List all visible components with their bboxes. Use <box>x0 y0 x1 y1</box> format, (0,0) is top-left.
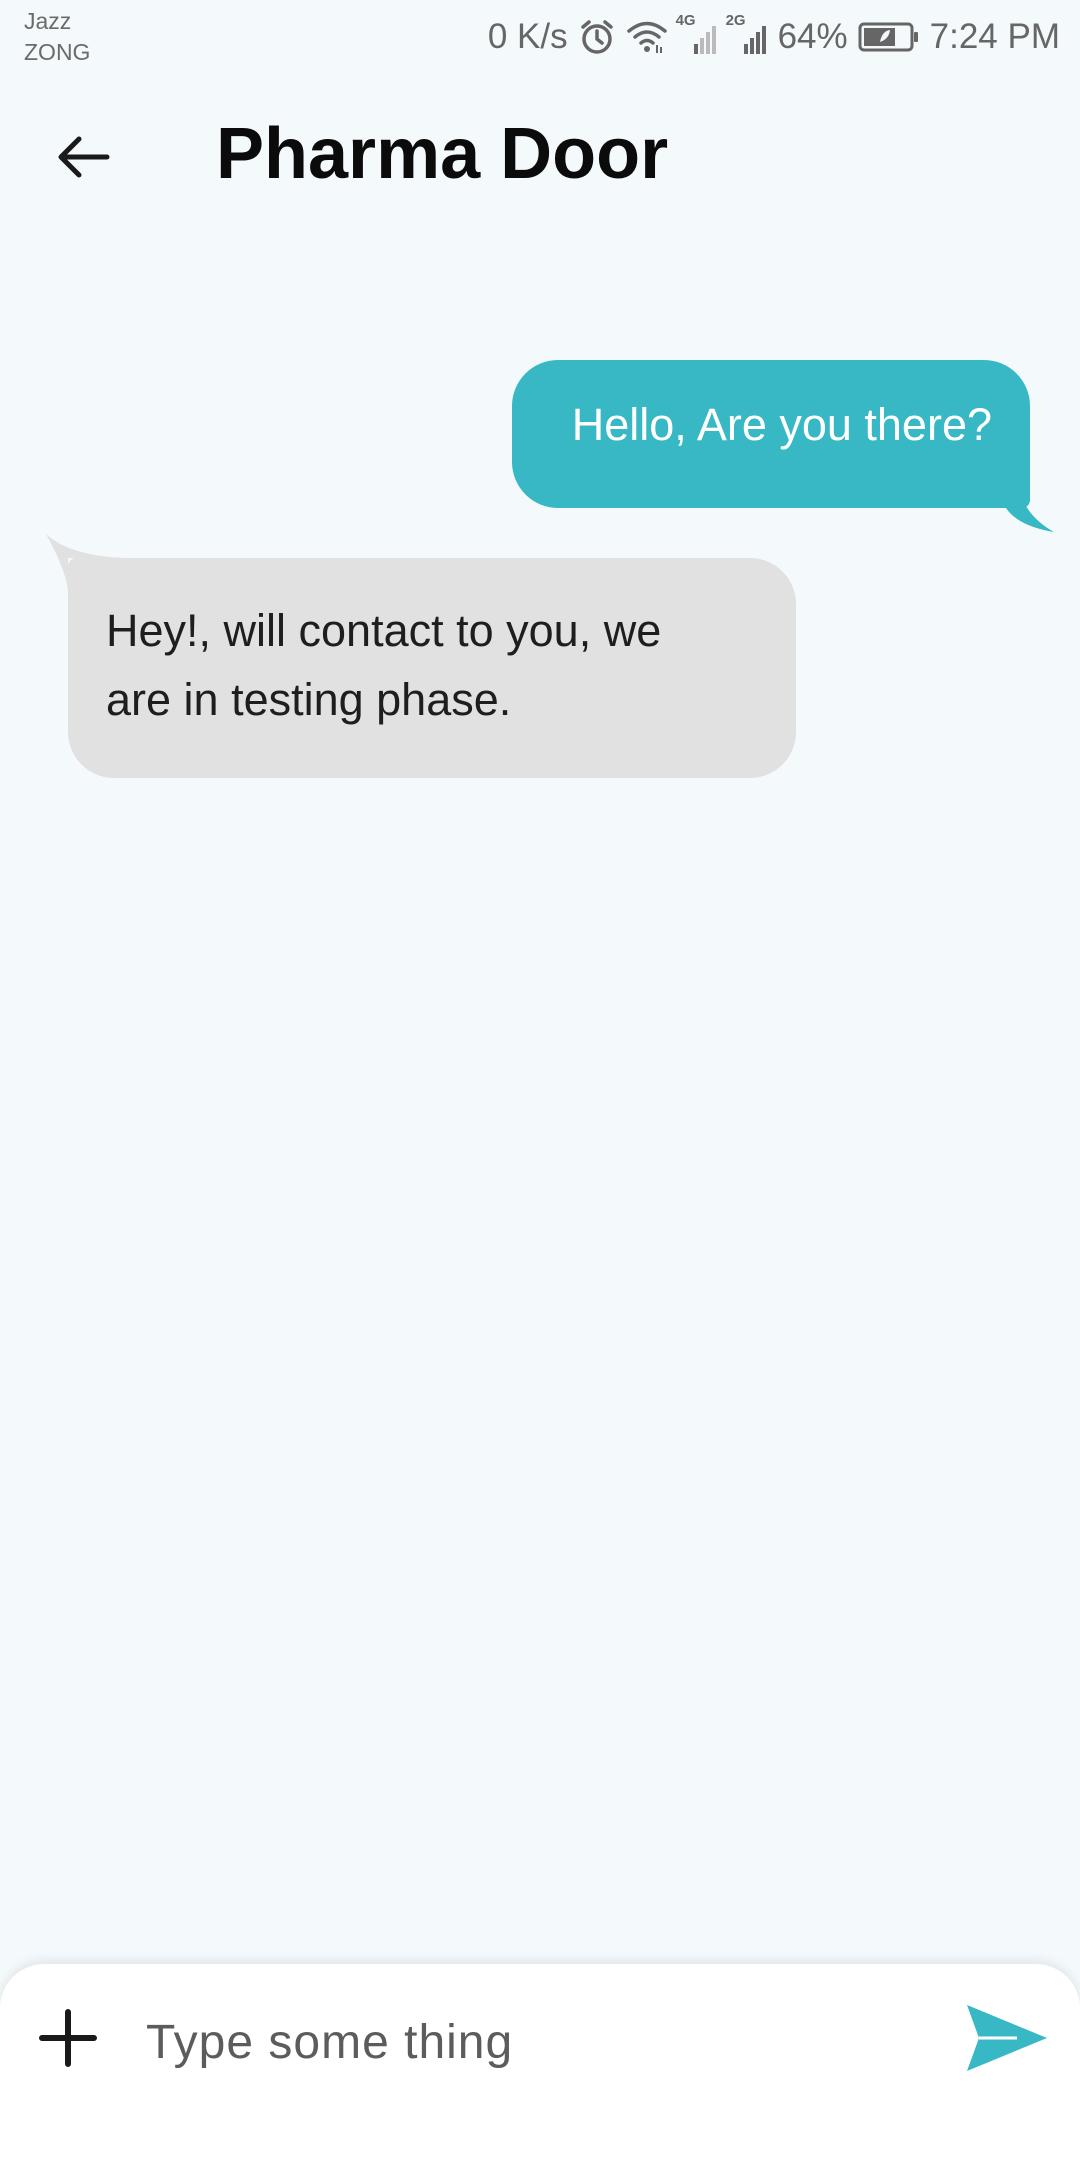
message-composer <box>0 1964 1080 2160</box>
message-sent: Hello, Are you there? <box>511 360 1054 532</box>
sent-bubble-tail <box>1006 472 1054 532</box>
sent-message-text: Hello, Are you there? <box>571 399 992 450</box>
signal-2g-icon: 2G <box>726 12 768 56</box>
send-button[interactable] <box>962 2000 1052 2080</box>
plus-icon <box>38 2008 98 2073</box>
app-bar: Pharma Door <box>0 76 1080 236</box>
alarm-icon <box>578 18 616 56</box>
signal-4g-label: 4G <box>675 12 696 29</box>
carrier-1: Jazz <box>24 8 72 34</box>
message-list[interactable]: Hello, Are you there? Hey!, will contact… <box>0 236 1080 1956</box>
battery-percent: 64% <box>777 17 848 56</box>
battery-icon <box>858 21 920 53</box>
received-bubble: Hey!, will contact to you, we are in tes… <box>46 534 796 778</box>
sent-bubble: Hello, Are you there? <box>511 360 1054 532</box>
add-attachment-button[interactable] <box>30 2002 106 2078</box>
back-button[interactable] <box>38 114 128 204</box>
message-input[interactable] <box>140 1994 932 2090</box>
arrow-left-icon <box>55 133 111 186</box>
page-title: Pharma Door <box>216 114 669 194</box>
send-icon <box>965 2003 1049 2078</box>
carrier-2: ZONG <box>24 39 91 65</box>
received-bubble-tail <box>46 534 126 594</box>
wifi-icon <box>626 19 668 55</box>
chat-screen: Jazz ZONG 0 K/s 4G 2G 64% 7:24 PM Pharma… <box>0 0 1080 2160</box>
clock-time: 7:24 PM <box>929 17 1060 56</box>
message-received: Hey!, will contact to you, we are in tes… <box>46 534 796 778</box>
received-message-text: Hey!, will contact to you, we are in tes… <box>106 605 662 725</box>
signal-4g-icon: 4G <box>676 12 718 56</box>
status-indicators: 0 K/s 4G 2G 64% 7:24 PM <box>488 12 1060 62</box>
status-bar: Jazz ZONG 0 K/s 4G 2G 64% 7:24 PM <box>0 0 1080 76</box>
signal-2g-label: 2G <box>725 12 746 29</box>
network-speed: 0 K/s <box>487 17 568 56</box>
carrier-names: Jazz ZONG <box>24 6 90 68</box>
